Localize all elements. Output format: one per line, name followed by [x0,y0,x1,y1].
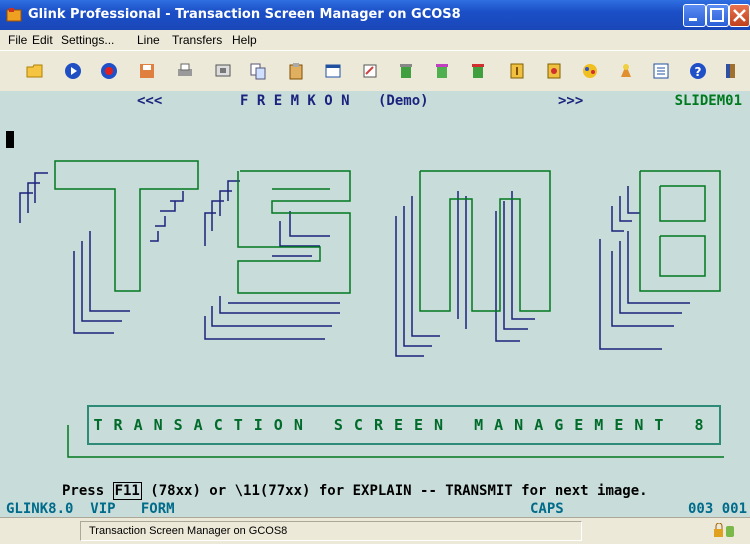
window-icon[interactable] [324,62,342,80]
play-icon[interactable] [64,62,82,80]
stop-icon[interactable] [469,62,487,80]
print-icon[interactable] [176,62,194,80]
minimize-icon [689,18,697,21]
menu-line[interactable]: Line [137,33,160,47]
menu-file[interactable]: File [8,33,27,47]
color-icon[interactable] [581,62,599,80]
menu-transfers[interactable]: Transfers [172,33,222,47]
maximize-icon [710,8,724,22]
terminal-screen[interactable]: <<< F R E M K O N (Demo) >>> SLIDEM01 TR… [0,91,750,517]
menu-bar: File Edit Settings... Line Transfers Hel… [0,30,750,50]
copy-icon[interactable] [249,62,267,80]
exit-icon[interactable] [722,62,740,80]
banner-underline [67,425,724,458]
toolbar: ? [0,50,750,92]
title-bar: Glink Professional - Transaction Screen … [0,0,750,30]
status-panel: Transaction Screen Manager on GCOS8 [80,521,582,541]
menu-edit[interactable]: Edit [32,33,53,47]
terminal-status-left: GLINK8.0 VIP FORM [6,501,175,517]
help-icon[interactable]: ? [689,62,707,80]
transfer-icon[interactable] [397,62,415,80]
open-folder-icon[interactable] [26,62,44,80]
caps-indicator: CAPS [530,501,564,517]
app-icon [6,8,22,22]
list-icon[interactable] [652,62,670,80]
maximize-button[interactable] [706,4,729,27]
window-title: Glink Professional - Transaction Screen … [28,7,461,22]
settings-icon[interactable] [508,62,526,80]
screen-icon[interactable] [214,62,232,80]
config-icon[interactable] [545,62,563,80]
close-icon [733,9,746,22]
connect-icon[interactable] [617,62,635,80]
macro-icon[interactable] [361,62,379,80]
key-icon[interactable] [433,62,451,80]
menu-help[interactable]: Help [232,33,257,47]
status-text: Transaction Screen Manager on GCOS8 [89,525,288,537]
record-icon[interactable] [100,62,118,80]
f11-key[interactable]: F11 [112,482,142,500]
help-prompt-suffix: (78xx) or \11(77xx) for EXPLAIN -- TRANS… [141,483,648,499]
svg-text:?: ? [695,65,702,79]
minimize-button[interactable] [683,4,706,27]
cursor-position: 003 001 [688,501,748,517]
help-prompt: Press F11 (78xx) or \11(77xx) for EXPLAI… [62,482,648,500]
paste-icon[interactable] [287,62,305,80]
status-bar: Transaction Screen Manager on GCOS8 [0,517,750,544]
help-prompt-prefix: Press [62,483,113,499]
close-button[interactable] [729,4,750,27]
menu-settings[interactable]: Settings... [61,33,114,47]
save-icon[interactable] [138,62,156,80]
lock-icon [714,523,734,537]
